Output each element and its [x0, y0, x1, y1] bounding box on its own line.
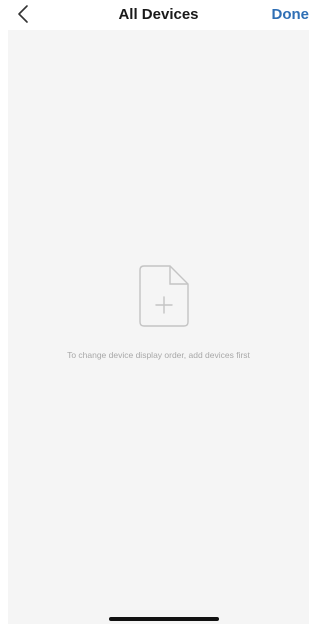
screen: All Devices Done To change device displa… [0, 0, 317, 624]
back-button[interactable] [12, 3, 34, 25]
device-list-area: To change device display order, add devi… [8, 30, 309, 624]
done-button[interactable]: Done [272, 6, 310, 23]
navigation-bar: All Devices Done [0, 0, 317, 30]
home-indicator [109, 617, 219, 621]
empty-state-message: To change device display order, add devi… [67, 350, 250, 360]
page-title: All Devices [118, 6, 199, 23]
chevron-left-icon [18, 5, 28, 23]
add-file-icon [139, 265, 189, 327]
